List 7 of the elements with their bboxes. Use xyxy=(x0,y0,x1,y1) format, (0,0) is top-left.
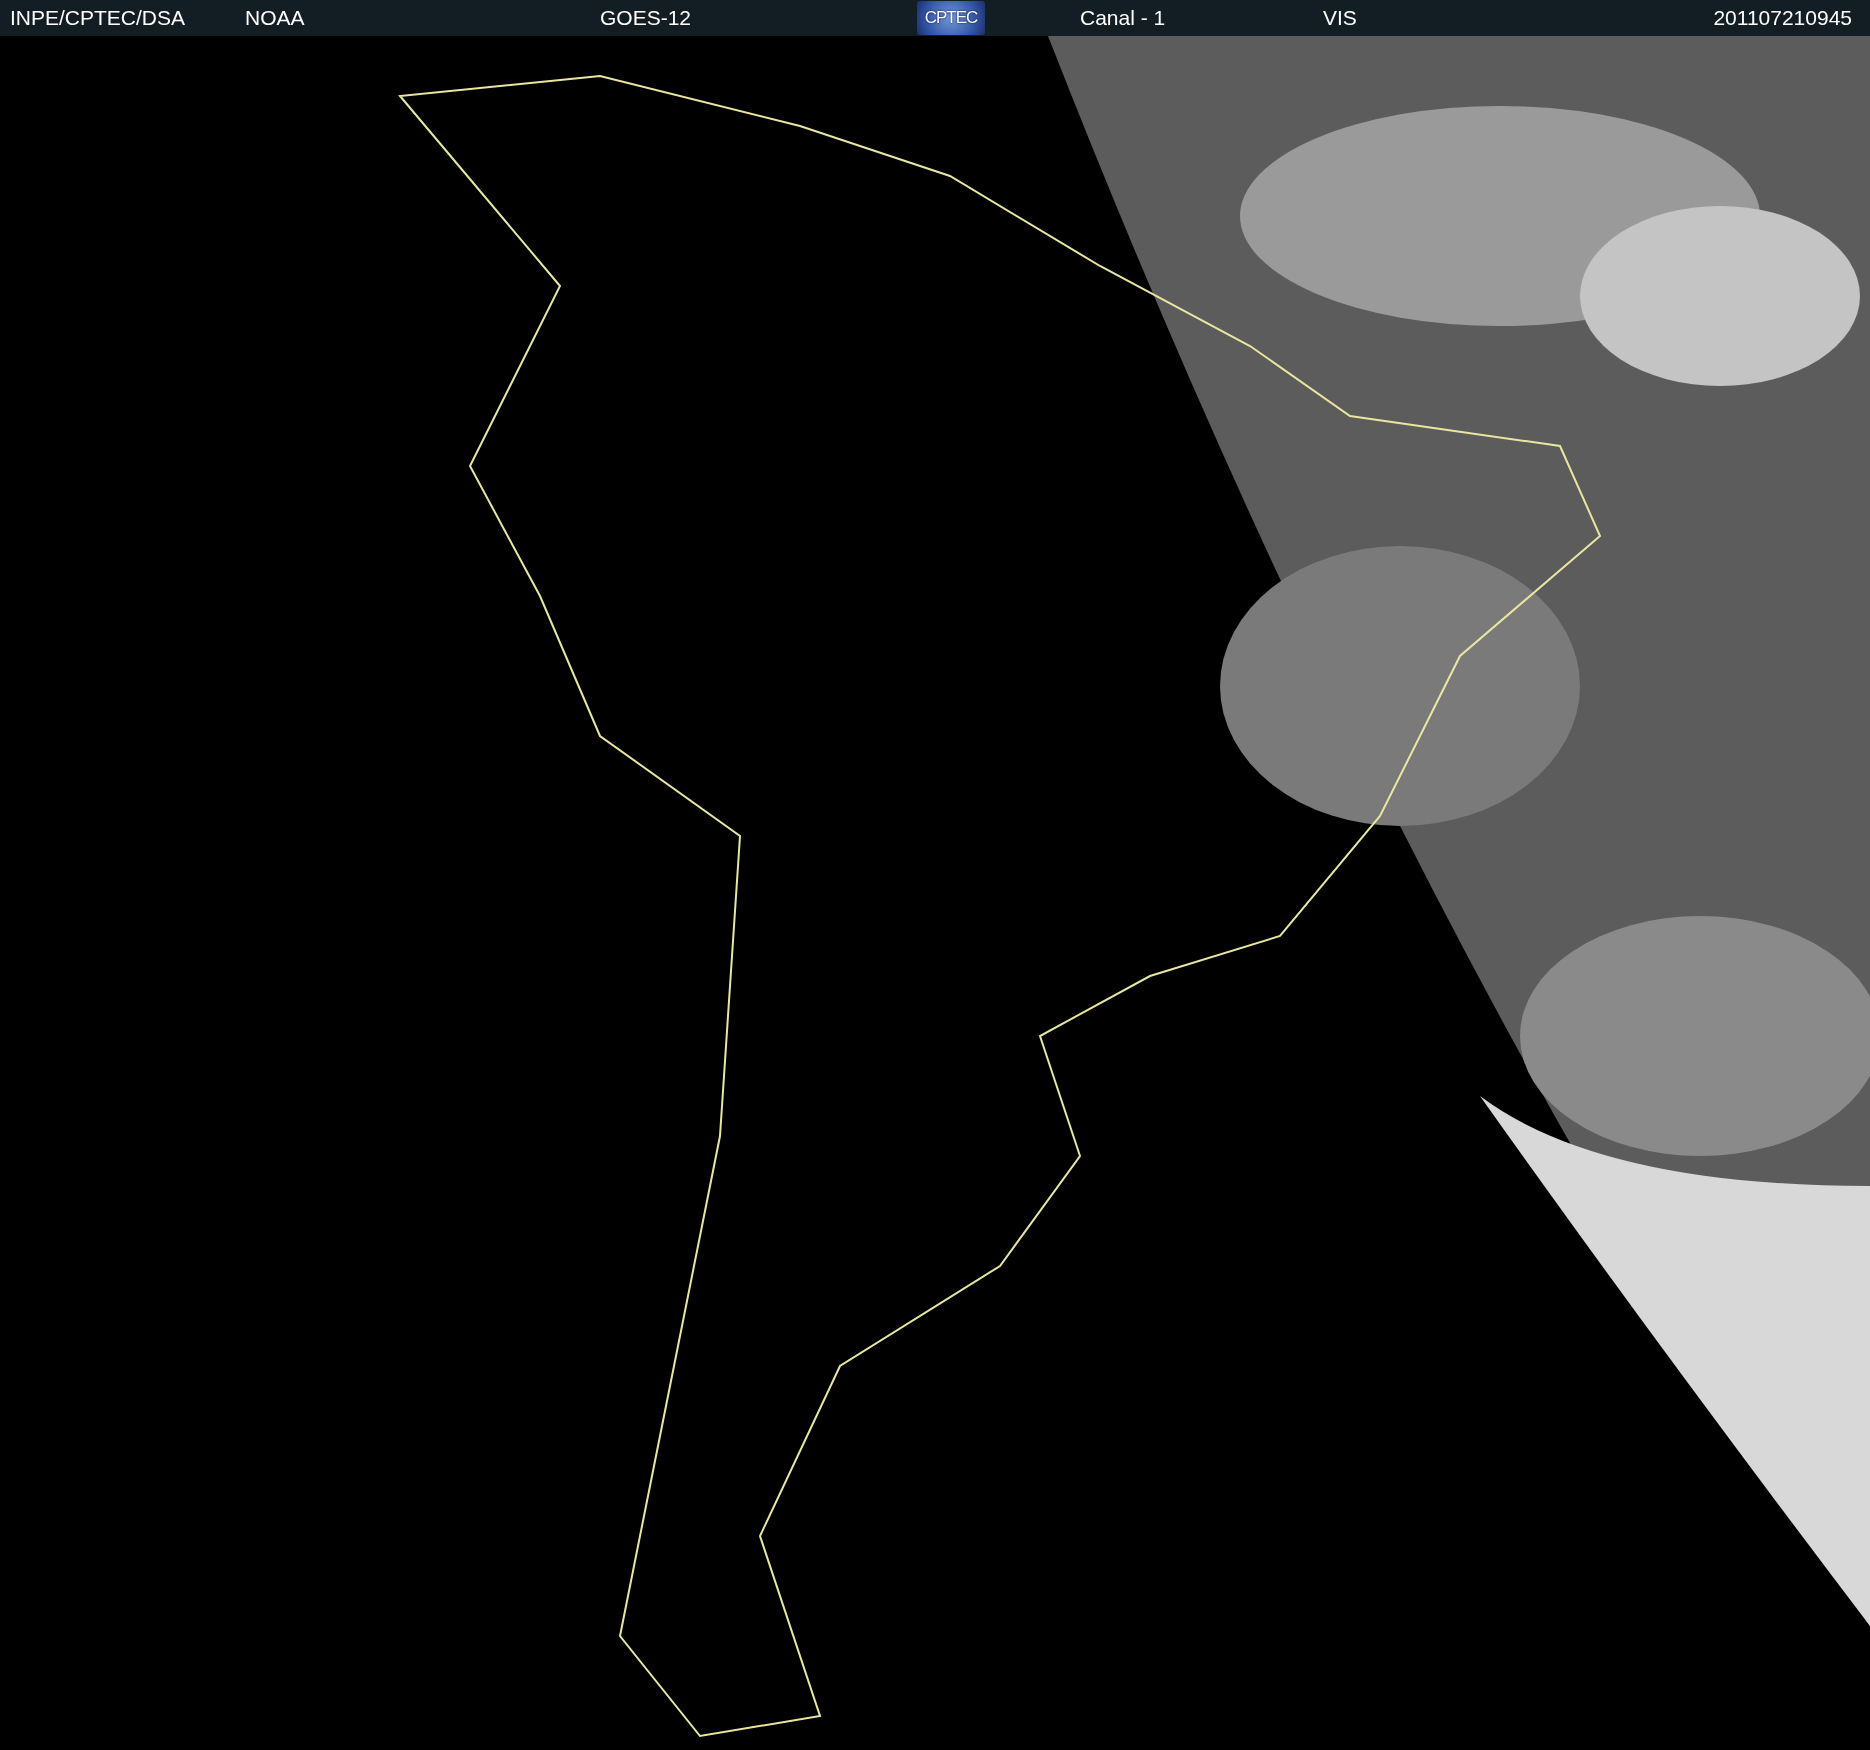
logo: CPTEC xyxy=(917,1,985,35)
header-text: VIS xyxy=(1323,6,1357,30)
header-text: 201107210945 xyxy=(1713,6,1852,30)
header-text: INPE/CPTEC/DSA xyxy=(10,6,186,30)
header-text: Canal - 1 xyxy=(1080,6,1166,30)
header-text: NOAA xyxy=(245,6,305,30)
header-text: GOES-12 xyxy=(600,6,692,30)
